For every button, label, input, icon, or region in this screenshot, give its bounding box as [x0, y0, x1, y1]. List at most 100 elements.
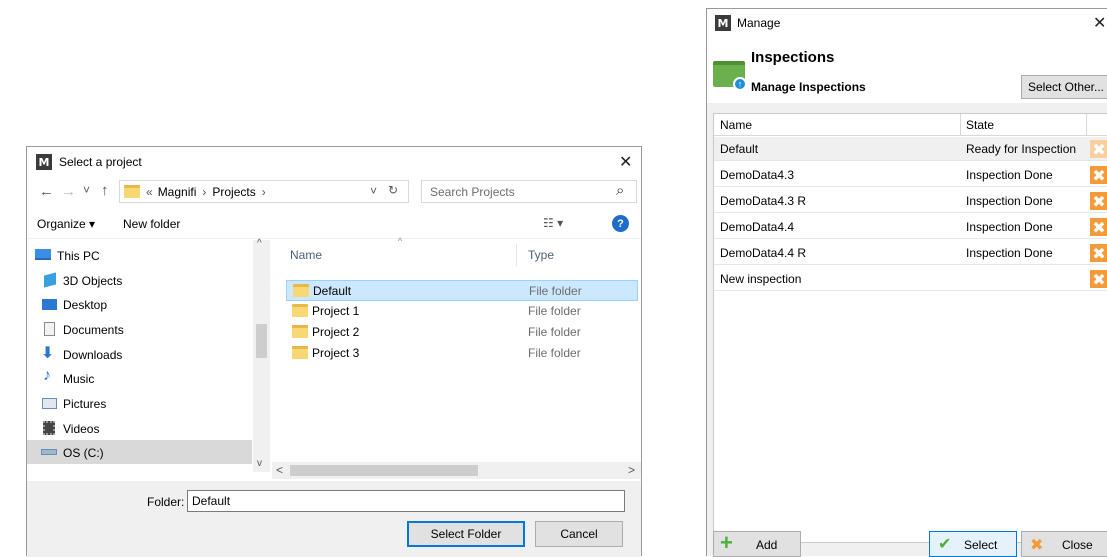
file-list-horizontal-scrollbar[interactable]: < >	[272, 462, 641, 479]
sidebar-item-3d-objects[interactable]: 3D Objects	[27, 268, 252, 292]
sidebar-item-label: Videos	[63, 422, 100, 436]
scroll-up-chevron-icon[interactable]: ^	[257, 238, 262, 249]
file-type: File folder	[528, 346, 581, 360]
scroll-down-chevron-icon[interactable]: v	[257, 458, 262, 469]
folder-icon	[292, 304, 308, 317]
title-bar: M Manage ✕	[707, 9, 1107, 37]
column-divider[interactable]	[516, 244, 517, 266]
search-input[interactable]: Search Projects ⌕	[421, 180, 637, 203]
inspection-row-demodata4-4[interactable]: DemoData4.4 Inspection Done ✖	[714, 215, 1107, 239]
folder-input-value: Default	[192, 494, 231, 508]
folder-input[interactable]: Default	[187, 490, 625, 512]
plus-icon: +	[720, 530, 733, 555]
address-dropdown-chevron-icon[interactable]: ˅	[370, 184, 377, 198]
scroll-right-chevron-icon[interactable]: >	[628, 463, 635, 477]
column-divider[interactable]	[960, 114, 961, 136]
inspection-state: Ready for Inspection	[966, 142, 1077, 156]
delete-icon[interactable]: ✖	[1090, 218, 1107, 237]
add-button-label: Add	[756, 538, 778, 552]
file-list[interactable]: ^ Name Type Default File folder Project …	[272, 236, 641, 479]
sidebar-item-pictures[interactable]: Pictures	[27, 391, 252, 415]
folder-label: Folder:	[147, 495, 185, 509]
refresh-icon[interactable]: ↻	[388, 183, 398, 197]
section-subheading: Manage Inspections	[751, 80, 866, 94]
column-divider[interactable]	[1086, 114, 1087, 136]
sidebar-item-this-pc[interactable]: This PC	[27, 243, 252, 267]
sidebar-item-label: 3D Objects	[63, 274, 123, 288]
cancel-button[interactable]: Cancel	[535, 521, 623, 547]
header-panel: ↑ Inspections Manage Inspections Select …	[707, 37, 1107, 103]
sidebar-item-os-c[interactable]: OS (C:)	[27, 440, 252, 464]
drive-icon	[41, 449, 57, 455]
pc-icon	[35, 249, 51, 260]
column-header-name[interactable]: Name	[720, 118, 752, 132]
navigation-pane[interactable]: This PC 3D Objects Desktop Documents ⬇ D…	[27, 238, 271, 472]
sidebar-item-music[interactable]: ♪ Music	[27, 366, 252, 390]
close-button-label: Close	[1062, 538, 1093, 552]
file-row-project-1[interactable]: Project 1 File folder	[286, 301, 638, 322]
inspection-row-demodata4-3-r[interactable]: DemoData4.3 R Inspection Done ✖	[714, 189, 1107, 213]
forward-arrow-icon[interactable]: →	[61, 183, 76, 200]
download-icon: ⬇	[41, 345, 55, 362]
inspection-row-demodata4-3[interactable]: DemoData4.3 Inspection Done ✖	[714, 163, 1107, 187]
inspection-row-default[interactable]: Default Ready for Inspection ✖	[714, 137, 1107, 161]
folder-icon	[293, 284, 309, 297]
sidebar-item-videos[interactable]: Videos	[27, 416, 252, 440]
column-header-state[interactable]: State	[966, 118, 994, 132]
sidebar-item-label: Pictures	[63, 397, 107, 411]
recent-locations-chevron-icon[interactable]: ˅	[83, 183, 90, 197]
delete-icon[interactable]: ✖	[1090, 166, 1107, 185]
file-row-default[interactable]: Default File folder	[286, 280, 638, 301]
file-row-project-2[interactable]: Project 2 File folder	[286, 322, 638, 343]
inspections-grid[interactable]: Name State Default Ready for Inspection …	[713, 113, 1107, 543]
up-arrow-icon[interactable]: ↑	[101, 182, 109, 199]
organize-menu-button[interactable]: Organize ▾	[37, 217, 95, 231]
inspection-row-new-inspection[interactable]: New inspection ✖	[714, 267, 1107, 291]
delete-icon[interactable]: ✖	[1090, 192, 1107, 211]
file-row-project-3[interactable]: Project 3 File folder	[286, 343, 638, 364]
sidebar-item-label: Desktop	[63, 298, 108, 312]
delete-icon[interactable]: ✖	[1090, 270, 1107, 289]
column-header-type[interactable]: Type	[528, 248, 554, 262]
sidebar-item-label: Downloads	[63, 348, 123, 362]
delete-icon[interactable]: ✖	[1090, 244, 1107, 263]
column-header-name[interactable]: Name	[290, 248, 322, 262]
close-icon[interactable]: ✕	[1093, 13, 1106, 32]
delete-icon: ✖	[1030, 537, 1044, 554]
video-icon	[43, 421, 55, 435]
file-name: Project 2	[312, 325, 360, 339]
close-button[interactable]: ✖ Close	[1021, 531, 1107, 557]
folder-icon	[292, 346, 308, 359]
sidebar-item-label: This PC	[57, 249, 100, 263]
add-button[interactable]: + Add	[713, 530, 801, 557]
search-icon[interactable]: ⌕	[616, 182, 624, 199]
inspection-state: Inspection Done	[966, 168, 1053, 182]
sidebar-item-downloads[interactable]: ⬇ Downloads	[27, 342, 252, 366]
select-button[interactable]: ✔ Select	[929, 531, 1017, 557]
back-arrow-icon[interactable]: ←	[39, 183, 54, 200]
scroll-left-chevron-icon[interactable]: <	[276, 463, 283, 477]
select-folder-button[interactable]: Select Folder	[407, 521, 525, 547]
select-other-button[interactable]: Select Other...	[1021, 75, 1107, 99]
inspection-name: New inspection	[720, 272, 802, 286]
delete-icon[interactable]: ✖	[1090, 140, 1107, 159]
search-placeholder: Search Projects	[430, 185, 515, 199]
inspection-row-demodata4-4-r[interactable]: DemoData4.4 R Inspection Done ✖	[714, 241, 1107, 265]
view-options-icon[interactable]: ☷ ▾	[543, 216, 563, 230]
inspection-state: Inspection Done	[966, 194, 1053, 208]
help-icon[interactable]: ?	[612, 215, 629, 232]
select-project-dialog: M Select a project ✕ ← → ˅ ↑ « Magnifi ›…	[26, 146, 642, 557]
close-icon[interactable]: ✕	[619, 152, 632, 171]
horizontal-scrollbar-thumb[interactable]	[290, 465, 478, 476]
sidebar-item-documents[interactable]: Documents	[27, 317, 252, 341]
sidebar-scrollbar-thumb[interactable]	[256, 324, 267, 358]
new-folder-button[interactable]: New folder	[123, 217, 180, 231]
address-bar[interactable]: « Magnifi › Projects › ˅ ↻	[119, 180, 409, 203]
breadcrumb-magnifi[interactable]: Magnifi	[158, 185, 197, 199]
sidebar-item-desktop[interactable]: Desktop	[27, 292, 252, 316]
breadcrumb-separator: ›	[261, 184, 266, 199]
inspection-name: DemoData4.3	[720, 168, 795, 182]
breadcrumb-projects[interactable]: Projects	[212, 185, 255, 199]
folder-icon	[124, 185, 140, 198]
sidebar-scrollbar[interactable]: ^ v	[253, 238, 270, 472]
